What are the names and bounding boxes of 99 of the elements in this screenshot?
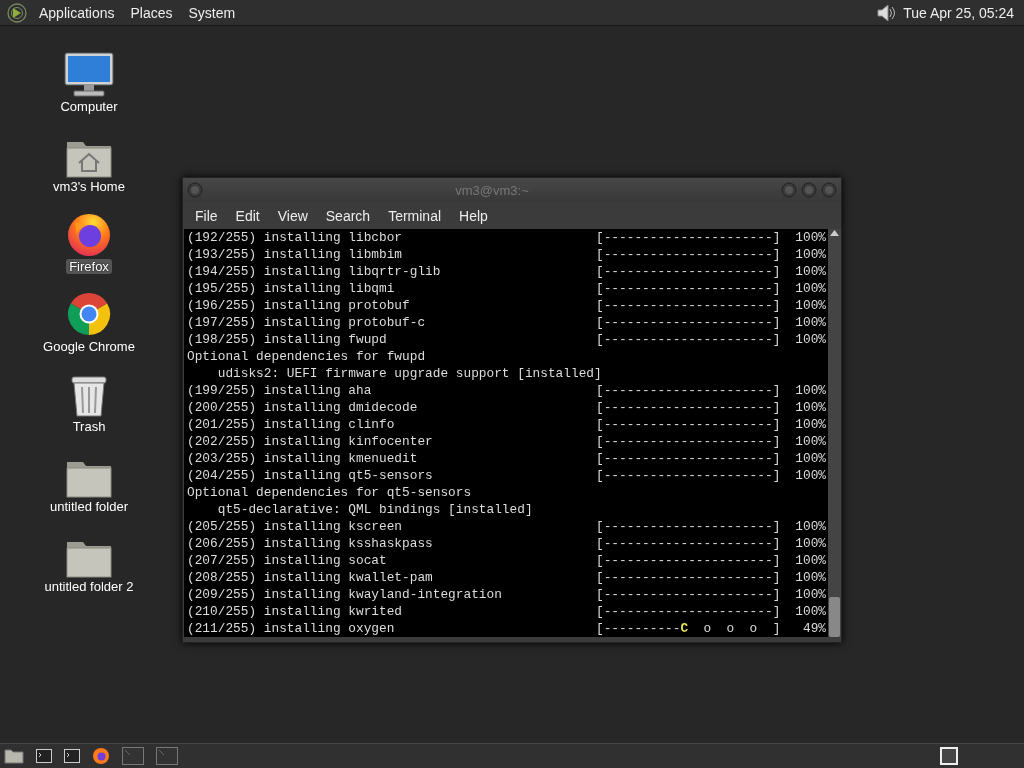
- percent-text: 100%: [794, 280, 826, 297]
- percent-text: 100%: [794, 416, 826, 433]
- progress-bar-text: [----------------------]: [596, 586, 782, 603]
- terminal-line: Optional dependencies for qt5-sensors: [187, 484, 472, 501]
- percent-text: 100%: [794, 297, 826, 314]
- menu-item[interactable]: File: [186, 207, 227, 224]
- progress-bar-text: [----------------------]: [596, 603, 782, 620]
- progress-bar-text: [----------------------]: [596, 229, 782, 246]
- terminal-line: (196/255) installing protobuf: [187, 297, 411, 314]
- scrollbar-thumb[interactable]: [829, 597, 840, 637]
- show-desktop-button[interactable]: [940, 747, 958, 765]
- percent-text: 100%: [794, 263, 826, 280]
- terminal-icon[interactable]: [36, 749, 52, 763]
- panel-menu[interactable]: Places: [122, 4, 181, 21]
- menu-item[interactable]: Edit: [226, 207, 269, 224]
- menu-item[interactable]: Search: [316, 207, 380, 224]
- desktop-icon-label[interactable]: vm3's Home: [50, 179, 128, 194]
- progress-bar-text: [----------------------]: [596, 314, 782, 331]
- terminal-line: (207/255) installing socat: [187, 552, 388, 569]
- percent-text: 49%: [801, 620, 826, 637]
- terminal-line: (211/255) installing oxygen: [187, 620, 396, 637]
- percent-text: 100%: [794, 229, 826, 246]
- percent-text: 100%: [794, 433, 826, 450]
- terminal-line: (209/255) installing kwayland-integration: [187, 586, 503, 603]
- progress-bar-text: [----------------------]: [596, 535, 782, 552]
- window-title: vm3@vm3:~: [454, 182, 530, 198]
- percent-text: 100%: [794, 246, 826, 263]
- percent-text: 100%: [794, 450, 826, 467]
- progress-bar-text: [----------------------]: [596, 382, 782, 399]
- menu-item[interactable]: Terminal: [379, 207, 451, 224]
- progress-bar-text: [----------------------]: [596, 263, 782, 280]
- percent-text: 100%: [794, 535, 826, 552]
- progress-bar-text: [----------------------]: [596, 246, 782, 263]
- desktop-icon-label[interactable]: untitled folder: [46, 499, 132, 514]
- terminal-line: udisks2: UEFI firmware upgrade support [installed]: [216, 365, 602, 382]
- percent-text: 100%: [794, 586, 826, 603]
- desktop-icon-label[interactable]: Google Chrome: [40, 339, 138, 354]
- terminal-line: (195/255) installing libqmi: [187, 280, 396, 297]
- progress-bar-text: [----------------------]: [596, 416, 782, 433]
- pacman-text: C: [680, 621, 689, 636]
- progress-bar-text: [----------------------]: [596, 569, 782, 586]
- progress-bar-text: [----------------------]: [596, 552, 782, 569]
- progress-bar-text: [----------------------]: [596, 280, 782, 297]
- desktop-icon-label[interactable]: Trash: [69, 419, 109, 434]
- terminal-line: (203/255) installing kmenuedit: [187, 450, 419, 467]
- percent-text: 100%: [794, 331, 826, 348]
- chrome-icon: [65, 290, 113, 338]
- terminal-line: (194/255) installing libqrtr-glib: [187, 263, 442, 280]
- panel-menu[interactable]: Applications: [31, 4, 123, 21]
- progress-bar-text: [----------------------]: [596, 399, 782, 416]
- scroll-up-icon[interactable]: [830, 229, 839, 236]
- progress-bar-text: [----------------------]: [596, 518, 782, 535]
- percent-text: 100%: [794, 569, 826, 586]
- terminal-line: (197/255) installing protobuf-c: [187, 314, 427, 331]
- progress-bar-text: [----------------------]: [596, 450, 782, 467]
- percent-text: 100%: [794, 399, 826, 416]
- window-icon[interactable]: [122, 747, 144, 765]
- terminal-line: (193/255) installing libmbim: [187, 246, 404, 263]
- volume-icon[interactable]: [875, 1, 898, 24]
- terminal-line: (201/255) installing clinfo: [187, 416, 396, 433]
- percent-text: 100%: [794, 467, 826, 484]
- menu-logo-icon[interactable]: [7, 2, 27, 23]
- progress-bar-text: [----------------------]: [596, 331, 782, 348]
- desktop-icon-label[interactable]: Firefox: [66, 259, 112, 274]
- progress-bar-text: [----------: [596, 621, 681, 636]
- percent-text: 100%: [794, 552, 826, 569]
- terminal-line: (200/255) installing dmidecode: [187, 399, 419, 416]
- terminal-icon[interactable]: [64, 749, 80, 763]
- percent-text: 100%: [794, 603, 826, 620]
- clock[interactable]: Tue Apr 25, 05:24: [897, 4, 1024, 21]
- desktop-icon-label[interactable]: untitled folder 2: [41, 579, 137, 594]
- terminal-line: (210/255) installing kwrited: [187, 603, 404, 620]
- menu-item[interactable]: View: [268, 207, 317, 224]
- percent-text: 100%: [794, 382, 826, 399]
- panel-menu[interactable]: System: [180, 4, 244, 21]
- terminal-line: (192/255) installing libcbor: [187, 229, 404, 246]
- progress-bar-text: [----------------------]: [596, 297, 782, 314]
- trash-icon: [70, 374, 108, 418]
- computer-icon: [64, 52, 114, 98]
- progress-bar-text: [----------------------]: [596, 467, 782, 484]
- terminal-line: qt5-declarative: QML bindings [installed]: [216, 501, 533, 518]
- firefox-icon[interactable]: [92, 747, 110, 765]
- scrollbar[interactable]: [828, 229, 841, 637]
- terminal-line: Optional dependencies for fwupd: [187, 348, 426, 365]
- percent-text: 100%: [794, 518, 826, 535]
- desktop-icon-label[interactable]: Computer: [57, 99, 121, 114]
- folder-icon[interactable]: [4, 748, 24, 764]
- terminal-line: (198/255) installing fwupd: [187, 331, 388, 348]
- progress-bar-text: [----------------------]: [596, 433, 782, 450]
- terminal-line: (205/255) installing kscreen: [187, 518, 404, 535]
- menu-item[interactable]: Help: [450, 207, 497, 224]
- window-icon[interactable]: [156, 747, 178, 765]
- percent-text: 100%: [794, 314, 826, 331]
- terminal-line: (204/255) installing qt5-sensors: [187, 467, 434, 484]
- terminal-line: (199/255) installing aha: [187, 382, 373, 399]
- progress-bar-text: o o o ]: [702, 621, 781, 636]
- terminal-line: (202/255) installing kinfocenter: [187, 433, 434, 450]
- terminal-line: (206/255) installing ksshaskpass: [187, 535, 434, 552]
- terminal-line: (208/255) installing kwallet-pam: [187, 569, 434, 586]
